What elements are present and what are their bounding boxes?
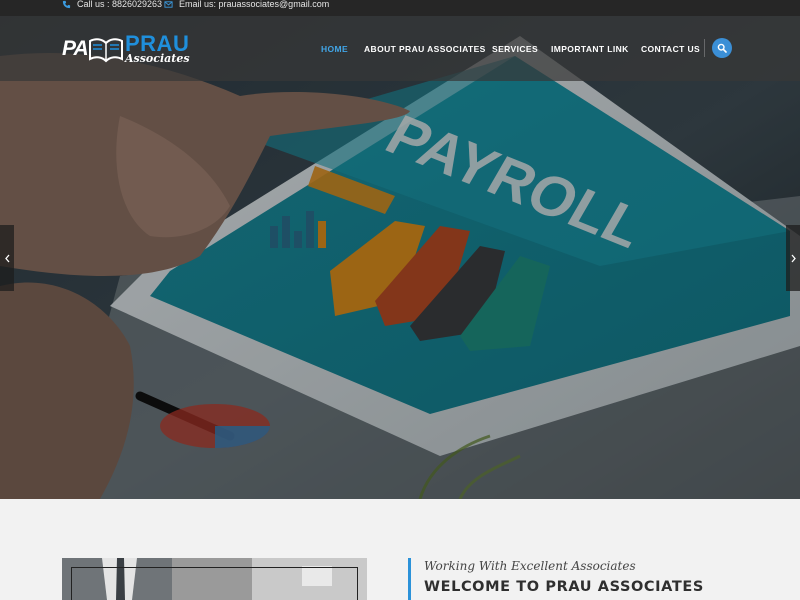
- nav-important-link[interactable]: IMPORTANT LINK: [551, 44, 629, 54]
- logo-monogram: PA: [62, 37, 89, 60]
- nav-divider: [704, 39, 705, 57]
- section-accent-bar: [408, 558, 411, 600]
- email-contact[interactable]: Email us: prauassociates@gmail.com: [164, 0, 329, 10]
- slider-next-button[interactable]: [786, 225, 800, 291]
- about-title: WELCOME TO PRAU ASSOCIATES: [424, 579, 704, 595]
- phone-contact[interactable]: Call us : 8826029263: [62, 0, 162, 10]
- envelope-icon: [164, 0, 173, 8]
- hero-slider: PAYROLL: [0, 16, 800, 499]
- logo-tagline: Associates: [125, 52, 190, 65]
- chevron-left-icon: [4, 254, 9, 262]
- email-text: Email us: prauassociates@gmail.com: [179, 0, 330, 9]
- about-image: [62, 558, 367, 600]
- search-button[interactable]: [712, 38, 732, 58]
- nav-home[interactable]: HOME: [321, 44, 348, 54]
- search-icon: [717, 43, 727, 53]
- slider-prev-button[interactable]: [0, 225, 14, 291]
- hero-overlay: [0, 16, 800, 499]
- nav-about[interactable]: ABOUT PRAU ASSOCIATES: [364, 44, 486, 54]
- site-logo[interactable]: PA PRAU Associates: [62, 31, 192, 67]
- chevron-right-icon: [791, 254, 796, 262]
- nav-services[interactable]: SERVICES: [492, 44, 538, 54]
- about-subtitle: Working With Excellent Associates: [424, 559, 636, 573]
- nav-contact[interactable]: CONTACT US: [641, 44, 700, 54]
- phone-text: Call us : 8826029263: [77, 0, 163, 9]
- phone-icon: [62, 0, 71, 8]
- top-contact-bar: Call us : 8826029263 Email us: prauassoc…: [0, 0, 800, 16]
- about-image-frame: [71, 567, 358, 600]
- book-icon: [89, 38, 123, 63]
